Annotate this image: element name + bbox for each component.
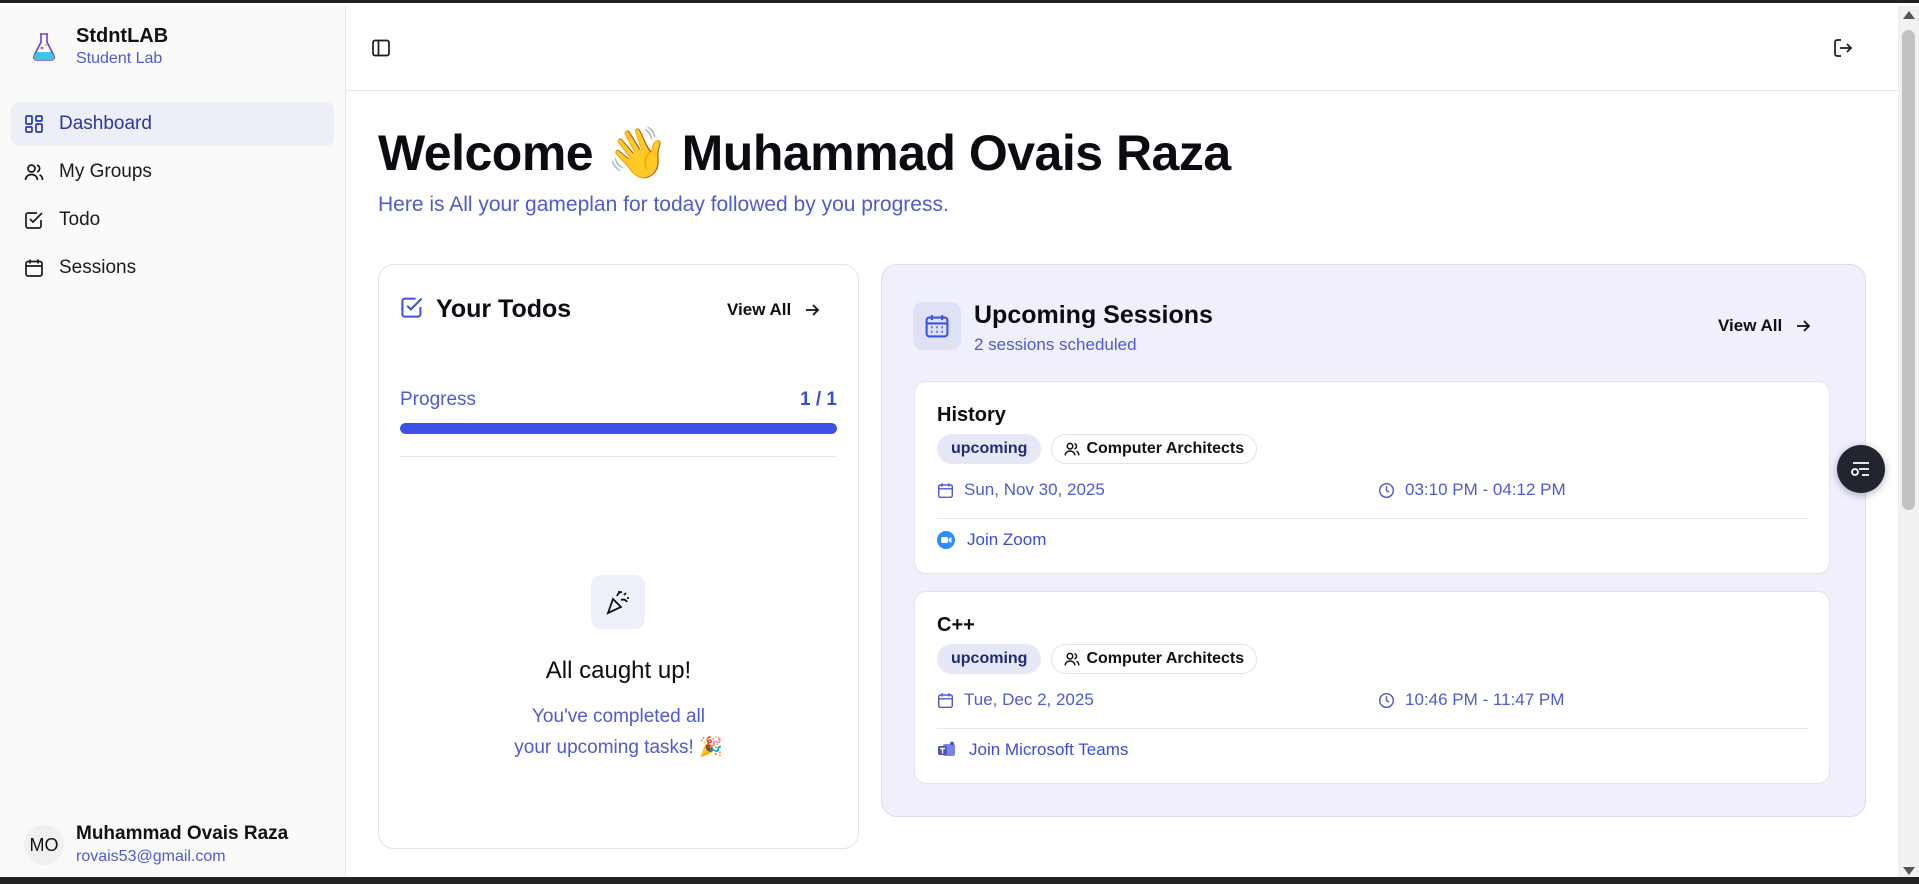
session-time: 03:10 PM - 04:12 PM [1378, 480, 1566, 500]
todos-header: Your Todos [400, 295, 571, 324]
empty-state-text: You've completed all your upcoming tasks… [379, 701, 858, 763]
group-badge: Computer Architects [1051, 434, 1258, 464]
session-item[interactable]: C++ upcoming Computer Architects Tue, De… [914, 591, 1830, 784]
arrow-right-icon [806, 304, 820, 316]
session-date: Tue, Dec 2, 2025 [937, 690, 1094, 710]
scrollbar[interactable] [1898, 6, 1919, 880]
logout-icon [1834, 39, 1853, 57]
status-badge: upcoming [937, 434, 1042, 464]
time-text: 10:46 PM - 11:47 PM [1405, 690, 1565, 709]
todos-title: Your Todos [436, 295, 572, 323]
topbar [346, 6, 1898, 91]
progress-bar-fill [400, 423, 837, 434]
users-icon [1064, 442, 1080, 456]
date-text: Tue, Dec 2, 2025 [964, 690, 1094, 709]
sessions-title: Upcoming Sessions [974, 301, 1213, 329]
brand-name: StdntLAB [76, 25, 169, 47]
list-settings-icon [1851, 462, 1869, 476]
divider [937, 728, 1809, 729]
quick-actions-button[interactable] [1837, 445, 1885, 493]
check-square-icon [23, 209, 45, 231]
calendar-icon [937, 482, 954, 498]
sessions-card: Upcoming Sessions 2 sessions scheduled V… [881, 264, 1866, 817]
sidebar-item-label: My Groups [59, 161, 152, 182]
progress-label: Progress [400, 389, 477, 410]
status-badge: upcoming [937, 644, 1042, 674]
empty-state-line: You've completed all [532, 706, 705, 727]
zoom-icon [937, 531, 955, 549]
sessions-subtitle: 2 sessions scheduled [974, 335, 1137, 354]
party-popper-icon [591, 575, 645, 629]
arrow-right-icon [1797, 320, 1811, 332]
view-all-label: View All [727, 300, 792, 319]
brand[interactable]: StdntLAB Student Lab [26, 24, 168, 70]
session-title: History [937, 404, 1006, 426]
join-zoom-link[interactable]: Join Zoom [937, 530, 1046, 550]
progress-bar [400, 423, 837, 434]
calendar-icon [23, 257, 45, 279]
session-time: 10:46 PM - 11:47 PM [1378, 690, 1564, 710]
join-label: Join Zoom [967, 530, 1047, 549]
user-email: rovais53@gmail.com [76, 848, 226, 865]
app-root: StdntLAB Student Lab Dashboard My Groups [0, 6, 1898, 880]
calendar-icon [913, 302, 961, 350]
sidebar-item-my-groups[interactable]: My Groups [11, 150, 334, 194]
users-icon [23, 161, 45, 183]
date-text: Sun, Nov 30, 2025 [964, 480, 1105, 499]
session-item[interactable]: History upcoming Computer Architects Sun… [914, 381, 1830, 574]
logout-button[interactable] [1828, 33, 1858, 63]
view-all-label: View All [1718, 316, 1783, 335]
sidebar-item-label: Dashboard [59, 113, 152, 134]
scroll-thumb[interactable] [1902, 30, 1915, 510]
window-bottom-edge [0, 877, 1919, 884]
page-subtitle: Here is All your gameplan for today foll… [378, 193, 949, 216]
sidebar-nav: Dashboard My Groups Todo Sessions [11, 102, 334, 294]
group-badge: Computer Architects [1051, 644, 1258, 674]
scroll-up-arrow[interactable] [1903, 11, 1915, 19]
page-title: Welcome 👋 Muhammad Ovais Raza [378, 125, 1231, 181]
progress-count: 1 / 1 [800, 389, 837, 410]
brand-subtitle: Student Lab [76, 50, 163, 67]
avatar: MO [24, 825, 64, 865]
main-content: Welcome 👋 Muhammad Ovais Raza Here is Al… [346, 6, 1898, 880]
clock-icon [1378, 692, 1395, 708]
session-badges: upcoming Computer Architects [937, 434, 1258, 464]
sidebar-toggle-button[interactable] [366, 33, 396, 63]
user-profile[interactable]: MO Muhammad Ovais Raza rovais53@gmail.co… [24, 822, 288, 868]
sessions-view-all-button[interactable]: View All [1718, 316, 1812, 336]
flask-logo-icon [26, 29, 62, 65]
sidebar-item-dashboard[interactable]: Dashboard [11, 102, 334, 146]
join-teams-link[interactable]: Join Microsoft Teams [937, 740, 1128, 760]
sidebar-item-label: Todo [59, 209, 101, 230]
session-title: C++ [937, 614, 975, 636]
empty-state-line: your upcoming tasks! 🎉 [514, 737, 723, 758]
sidebar: StdntLAB Student Lab Dashboard My Groups [0, 6, 346, 880]
check-square-icon [400, 295, 424, 324]
group-name: Computer Architects [1086, 440, 1245, 457]
group-name: Computer Architects [1086, 650, 1245, 667]
time-text: 03:10 PM - 04:12 PM [1405, 480, 1566, 499]
todos-view-all-button[interactable]: View All [727, 300, 821, 320]
users-icon [1064, 652, 1080, 666]
todos-card: Your Todos View All Progress 1 / 1 All c… [378, 264, 859, 849]
sidebar-item-label: Sessions [59, 257, 137, 278]
user-name: Muhammad Ovais Raza [76, 823, 289, 844]
session-date: Sun, Nov 30, 2025 [937, 480, 1105, 500]
session-badges: upcoming Computer Architects [937, 644, 1258, 674]
sidebar-item-sessions[interactable]: Sessions [11, 246, 334, 290]
scroll-down-arrow[interactable] [1903, 867, 1915, 875]
divider [400, 456, 837, 457]
clock-icon [1378, 482, 1395, 498]
divider [937, 518, 1809, 519]
join-label: Join Microsoft Teams [969, 740, 1129, 759]
panel-left-icon [372, 39, 390, 57]
dashboard-icon [23, 113, 45, 135]
empty-state-title: All caught up! [545, 657, 692, 684]
teams-icon [938, 741, 955, 756]
calendar-icon [937, 692, 954, 708]
sidebar-item-todo[interactable]: Todo [11, 198, 334, 242]
